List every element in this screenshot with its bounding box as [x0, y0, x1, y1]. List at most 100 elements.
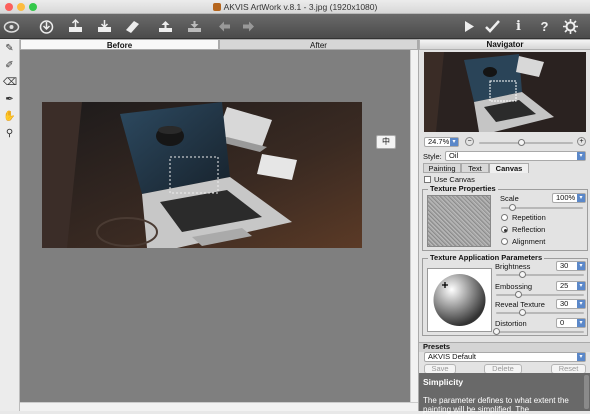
chevron-down-icon: ▾	[577, 152, 585, 160]
title-bar: AKVIS ArtWork v.8.1 - 3.jpg (1920x1080)	[0, 0, 590, 14]
tab-text[interactable]: Text	[461, 163, 489, 173]
use-canvas-label: Use Canvas	[434, 175, 475, 184]
app-logo-icon[interactable]	[3, 18, 20, 35]
view-tabs: Before After	[20, 39, 418, 50]
tab-after[interactable]: After	[219, 39, 418, 50]
canvas-vertical-scrollbar[interactable]	[410, 50, 418, 402]
zoom-slider-knob[interactable]	[518, 139, 526, 146]
tab-before[interactable]: Before	[20, 39, 219, 50]
navigator-preview[interactable]	[424, 52, 586, 132]
use-canvas-checkbox[interactable]	[424, 176, 431, 183]
tool-panel: ✎ ✐ ⌫ ✒ ✋ ⚲	[0, 39, 20, 411]
param-slider-knob[interactable]	[515, 291, 522, 298]
chevron-down-icon: ▾	[577, 262, 585, 270]
param-value-field[interactable]: 25 ▾	[556, 281, 586, 291]
settings-icon[interactable]	[562, 18, 579, 35]
repetition-radio[interactable]	[501, 214, 508, 221]
zoom-out-button[interactable]: −	[465, 137, 474, 146]
light-direction-control[interactable]	[427, 268, 492, 332]
param-value: 0	[560, 318, 565, 327]
tab-canvas[interactable]: Canvas	[489, 163, 529, 173]
presets-title: Presets	[423, 342, 451, 351]
param-value: 30	[560, 299, 569, 308]
param-value: 30	[560, 261, 569, 270]
stroke-direction-tool-icon[interactable]: ✎	[3, 42, 16, 55]
open-icon[interactable]	[38, 18, 55, 35]
navigator-thumbnail	[424, 52, 586, 132]
navigator-header: Navigator	[419, 39, 590, 50]
window-title: AKVIS ArtWork v.8.1 - 3.jpg (1920x1080)	[223, 2, 378, 12]
reflection-label: Reflection	[512, 225, 546, 234]
param-slider[interactable]	[493, 328, 584, 335]
param-label: Reveal Texture	[495, 300, 545, 309]
param-slider[interactable]	[496, 309, 584, 316]
eraser-tool-icon[interactable]: ⌫	[3, 76, 17, 89]
scale-field[interactable]: 100% ▾	[552, 193, 586, 203]
tab-painting[interactable]: Painting	[423, 163, 461, 173]
apply-icon[interactable]	[484, 18, 501, 35]
scale-value: 100%	[556, 193, 576, 202]
info-icon[interactable]: i	[510, 18, 527, 35]
help-text: The parameter defines to what extent the…	[423, 396, 569, 414]
zoom-value: 24.7%	[428, 137, 450, 146]
param-value-field[interactable]: 30 ▾	[556, 261, 586, 271]
redo-icon[interactable]	[240, 18, 257, 35]
laptop-photo	[42, 102, 362, 248]
help-scrollbar[interactable]	[584, 375, 589, 409]
scale-slider-knob[interactable]	[509, 204, 516, 211]
help-title: Simplicity	[423, 377, 464, 387]
param-label: Brightness	[495, 262, 531, 271]
param-label: Embossing	[495, 282, 533, 291]
texture-application-title: Texture Application Parameters	[428, 253, 545, 262]
texture-properties-title: Texture Properties	[428, 184, 498, 193]
canvas-horizontal-scrollbar[interactable]	[20, 402, 418, 411]
param-label: Distortion	[495, 319, 527, 328]
share-icon[interactable]	[124, 18, 141, 35]
param-slider[interactable]	[496, 271, 584, 278]
style-label: Style:	[423, 152, 442, 161]
help-icon[interactable]: ?	[536, 18, 553, 35]
run-icon[interactable]	[460, 18, 477, 35]
settings-panel: Navigator 24.7% ▾ − + Style: Oil ▾ Paintin…	[418, 39, 590, 414]
minimize-window-button[interactable]	[17, 3, 25, 11]
print-icon[interactable]	[96, 18, 113, 35]
chevron-down-icon: ▾	[577, 319, 585, 327]
alignment-radio[interactable]	[501, 238, 508, 245]
undo-icon[interactable]	[216, 18, 233, 35]
repetition-label: Repetition	[512, 213, 546, 222]
zoom-window-button[interactable]	[29, 3, 37, 11]
style-value: Oil	[449, 151, 459, 160]
main-toolbar: i ?	[0, 14, 590, 39]
photo-scene	[42, 102, 362, 248]
presets-select[interactable]: AKVIS Default ▾	[424, 352, 586, 362]
scale-slider[interactable]	[501, 204, 583, 211]
reflection-radio[interactable]	[501, 226, 508, 233]
zoom-in-button[interactable]: +	[577, 137, 586, 146]
chevron-down-icon: ▾	[450, 138, 458, 146]
hand-tool-icon[interactable]: ✋	[3, 110, 16, 123]
chevron-down-icon: ▾	[577, 353, 585, 361]
save-icon[interactable]	[67, 18, 84, 35]
chevron-down-icon: ▾	[577, 194, 585, 202]
compare-button[interactable]: 中	[376, 135, 396, 149]
style-select[interactable]: Oil ▾	[445, 151, 586, 161]
texture-swatch[interactable]	[427, 195, 491, 247]
upload-icon[interactable]	[157, 18, 174, 35]
param-slider-knob[interactable]	[493, 328, 500, 335]
param-value-field[interactable]: 30 ▾	[556, 299, 586, 309]
alignment-label: Alignment	[512, 237, 546, 246]
presets-header: Presets	[419, 342, 590, 352]
close-window-button[interactable]	[5, 3, 13, 11]
zoom-slider[interactable]	[479, 139, 573, 146]
param-value: 25	[560, 281, 569, 290]
param-slider[interactable]	[496, 291, 584, 298]
app-title-icon	[212, 3, 221, 11]
scale-label: Scale	[500, 194, 519, 203]
download-icon[interactable]	[186, 18, 203, 35]
brush-tool-icon[interactable]: ✐	[3, 59, 16, 72]
param-value-field[interactable]: 0 ▾	[556, 318, 586, 328]
pen-tool-icon[interactable]: ✒	[3, 93, 16, 106]
zoom-select[interactable]: 24.7% ▾	[424, 137, 459, 147]
zoom-tool-icon[interactable]: ⚲	[3, 127, 16, 140]
presets-value: AKVIS Default	[428, 352, 476, 361]
